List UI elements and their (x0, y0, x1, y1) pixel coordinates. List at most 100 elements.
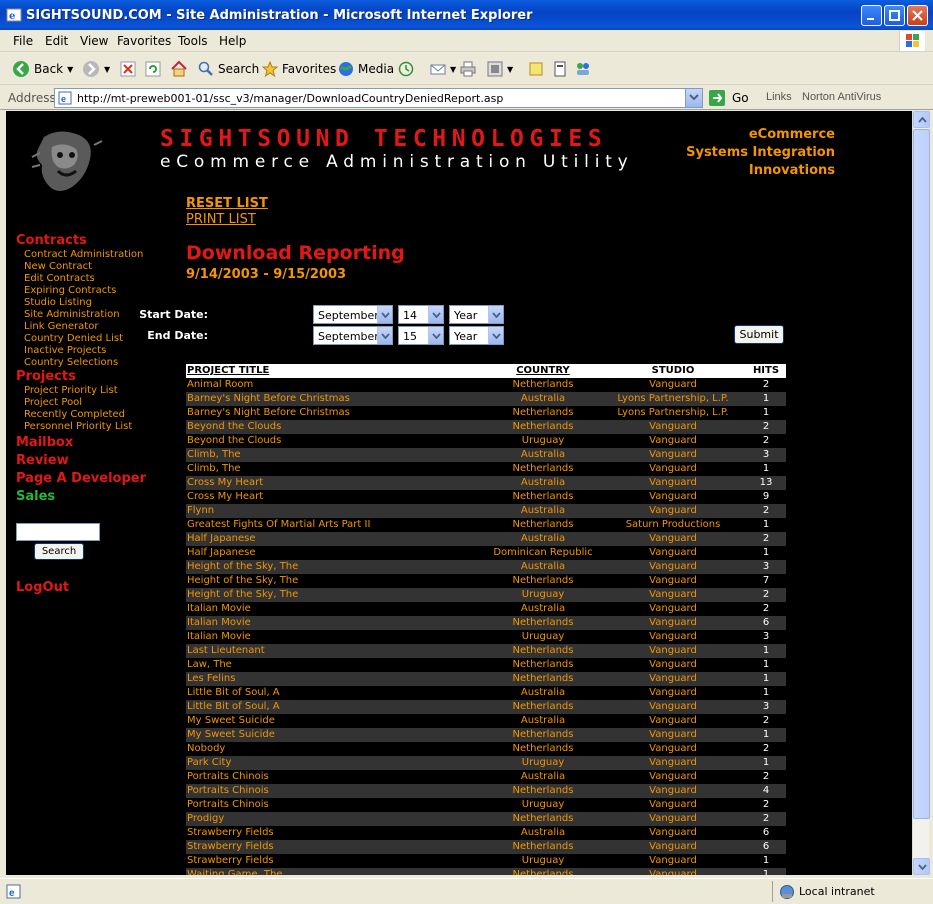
start-day-select[interactable]: 14 (398, 305, 444, 324)
refresh-button[interactable] (145, 59, 161, 79)
submit-button[interactable]: Submit (734, 325, 784, 344)
links-button[interactable]: Links (766, 91, 792, 103)
cell-studio: Vanguard (649, 463, 697, 474)
start-month-select[interactable]: September (313, 305, 393, 324)
cell-project-title: Height of the Sky, The (187, 575, 299, 586)
cell-studio: Vanguard (649, 659, 697, 670)
norton-antivirus-button[interactable]: Norton AntiVirus (802, 91, 881, 103)
sidebar-item-inactive-projects[interactable]: Inactive Projects (16, 345, 146, 357)
search-input[interactable] (16, 523, 100, 541)
cell-hits: 3 (762, 449, 770, 460)
sidebar-item-project-priority-list[interactable]: Project Priority List (16, 385, 146, 397)
messenger-icon (577, 63, 589, 75)
logout-link[interactable]: LogOut (16, 580, 69, 595)
cell-project-title: Italian Movie (187, 617, 251, 628)
cell-project-title: Climb, The (187, 463, 241, 474)
cell-country: Netherlands (512, 575, 574, 586)
sidebar-item-contract-administration[interactable]: Contract Administration (16, 249, 146, 261)
sidebar-item-expiring-contracts[interactable]: Expiring Contracts (16, 285, 146, 297)
scroll-up-button[interactable] (913, 111, 930, 128)
menu-favorites[interactable]: Favorites (117, 34, 171, 48)
sidebar-item-link-generator[interactable]: Link Generator (16, 321, 146, 333)
sidebar-item-country-selections[interactable]: Country Selections (16, 357, 146, 369)
cell-hits: 7 (762, 575, 770, 586)
cell-project-title: Strawberry Fields (187, 855, 274, 866)
sidebar-item-project-pool[interactable]: Project Pool (16, 397, 146, 409)
cell-project-title: My Sweet Suicide (187, 715, 275, 726)
media-button[interactable]: Media (338, 59, 394, 79)
sidebar-item-edit-contracts[interactable]: Edit Contracts (16, 273, 146, 285)
media-globe-icon (339, 62, 353, 76)
cell-hits: 6 (762, 827, 770, 838)
sidebar-item-new-contract[interactable]: New Contract (16, 261, 146, 273)
window-title: SIGHTSOUND.COM - Site Administration - M… (26, 8, 533, 23)
go-button[interactable]: Go (708, 89, 749, 107)
end-month-select[interactable]: September (313, 326, 393, 345)
print-button[interactable] (460, 59, 476, 79)
scroll-down-button[interactable] (913, 858, 930, 875)
menu-file[interactable]: File (13, 34, 33, 48)
search-button[interactable]: Search (34, 543, 84, 560)
cell-country: Netherlands (512, 421, 574, 432)
print-list-link[interactable]: PRINT LIST (186, 212, 268, 228)
sidebar-section-sales[interactable]: Sales (16, 489, 146, 505)
reset-list-link[interactable]: RESET LIST (186, 196, 268, 212)
sidebar-section-review[interactable]: Review (16, 453, 146, 469)
mail-button[interactable]: ▼ (430, 59, 456, 79)
scroll-thumb[interactable] (913, 129, 930, 819)
cell-hits: 9 (762, 491, 770, 502)
menu-tools[interactable]: Tools (178, 34, 208, 48)
chevron-down-icon: ▼ (67, 64, 74, 74)
end-day-select[interactable]: 15 (398, 326, 444, 345)
cell-country: Netherlands (512, 743, 574, 754)
table-row: Prodigy Netherlands Vanguard 2 (186, 812, 786, 826)
back-button[interactable]: Back ▼ (12, 59, 73, 79)
cell-project-title: Waiting Game, The (187, 869, 283, 875)
messenger-button[interactable] (575, 59, 591, 79)
cell-hits: 3 (762, 561, 770, 572)
sidebar-item-studio-listing[interactable]: Studio Listing (16, 297, 146, 309)
history-button[interactable] (398, 59, 414, 79)
close-button[interactable] (907, 5, 928, 26)
address-input[interactable]: e http://mt-preweb001-01/ssc_v3/manager/… (54, 88, 703, 108)
start-year-select[interactable]: Year (449, 305, 504, 324)
sidebar-section-projects[interactable]: Projects (16, 369, 146, 385)
chevron-down-icon (432, 333, 441, 339)
cell-studio: Vanguard (649, 785, 697, 796)
printer-icon (460, 61, 476, 77)
home-button[interactable] (170, 59, 188, 79)
menu-view[interactable]: View (80, 34, 108, 48)
sidebar-item-site-administration[interactable]: Site Administration (16, 309, 146, 321)
sidebar-item-personnel-priority-list[interactable]: Personnel Priority List (16, 421, 146, 433)
sidebar-section-mailbox[interactable]: Mailbox (16, 435, 146, 451)
sidebar-item-recently-completed[interactable]: Recently Completed (16, 409, 146, 421)
stop-button[interactable] (120, 59, 136, 79)
vertical-scrollbar[interactable] (912, 111, 930, 875)
cell-country: Netherlands (512, 813, 574, 824)
svg-text:e: e (61, 94, 66, 104)
minimize-button[interactable] (861, 5, 882, 26)
cell-country: Australia (520, 505, 566, 516)
maximize-button[interactable] (884, 5, 905, 26)
table-row: Nobody Netherlands Vanguard 2 (186, 742, 786, 756)
svg-text:e: e (9, 11, 15, 22)
forward-button[interactable]: ▼ (82, 59, 110, 79)
end-year-select[interactable]: Year (449, 326, 504, 345)
search-toolbar-button[interactable]: Search (198, 59, 259, 79)
sidebar-item-country-denied-list[interactable]: Country Denied List (16, 333, 146, 345)
discuss-button[interactable] (528, 59, 544, 79)
cell-studio: Vanguard (649, 421, 697, 432)
sidebar-section-page-developer[interactable]: Page A Developer (16, 471, 146, 487)
svg-text:e: e (9, 888, 15, 899)
address-url: http://mt-preweb001-01/ssc_v3/manager/Do… (77, 92, 504, 105)
favorites-button[interactable]: Favorites (262, 59, 336, 79)
menu-help[interactable]: Help (219, 34, 246, 48)
table-row: Greatest Fights Of Martial Arts Part II N… (186, 518, 786, 532)
research-button[interactable] (552, 59, 568, 79)
address-dropdown[interactable] (685, 89, 702, 107)
edit-page-button[interactable]: ▼ (487, 59, 513, 79)
menu-edit[interactable]: Edit (45, 34, 68, 48)
header-country[interactable]: COUNTRY (486, 364, 600, 378)
sidebar-section-contracts[interactable]: Contracts (16, 233, 146, 249)
header-project-title[interactable]: PROJECT TITLE (186, 364, 486, 378)
